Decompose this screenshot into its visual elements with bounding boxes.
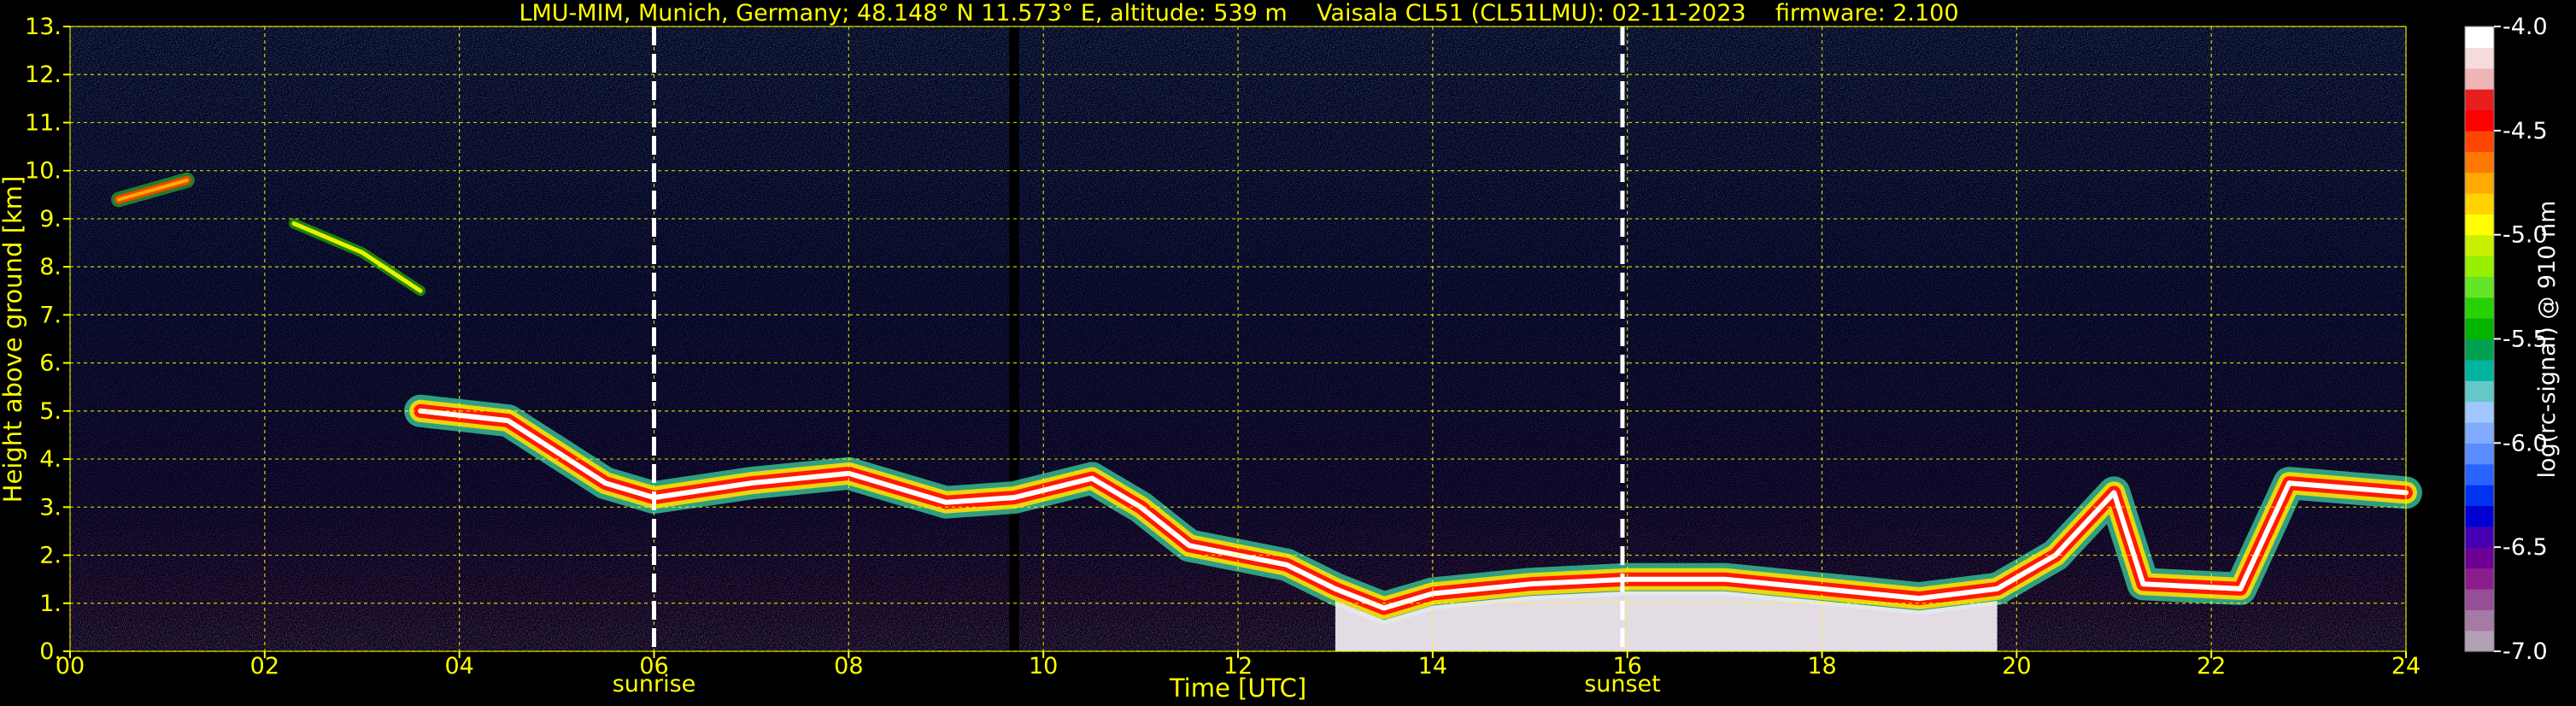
y-tick-label-11: 11.	[25, 109, 62, 136]
y-tick-label-9: 9.	[39, 206, 62, 232]
y-tick-label-5: 5.	[39, 398, 62, 425]
y-tick-label-3: 3.	[39, 494, 62, 521]
x-tick-label-3: 06	[639, 653, 668, 680]
x-axis-label: Time [UTC]	[1169, 674, 1306, 703]
colorbar-swatch-23	[2465, 151, 2494, 174]
colorbar-swatch-2	[2465, 588, 2494, 610]
colorbar-swatch-10	[2465, 421, 2494, 444]
y-tick-label-13: 13.	[25, 14, 62, 40]
colorbar-swatch-24	[2465, 130, 2494, 152]
data-gap-0	[1009, 26, 1019, 651]
colorbar-swatch-3	[2465, 568, 2494, 590]
y-tick-label-0: 0.	[39, 638, 62, 665]
x-tick-label-9: 18	[1807, 653, 1836, 680]
y-tick-label-8: 8.	[39, 254, 62, 280]
y-tick-label-12: 12.	[25, 62, 62, 88]
colorbar-swatch-26	[2465, 89, 2494, 111]
colorbar-swatch-0	[2465, 630, 2494, 652]
colorbar-tick-label-6: -7.0	[2503, 638, 2548, 665]
x-tick-label-8: 16	[1612, 653, 1641, 680]
y-axis-label: Height above ground [km]	[0, 176, 27, 503]
y-tick-label-1: 1.	[39, 591, 62, 617]
x-tick-label-7: 14	[1418, 653, 1447, 680]
colorbar-swatch-1	[2465, 609, 2494, 632]
colorbar-swatch-16	[2465, 297, 2494, 319]
colorbar-swatch-4	[2465, 547, 2494, 569]
x-tick-label-11: 22	[2197, 653, 2226, 680]
colorbar-swatch-29	[2465, 26, 2494, 48]
colorbar-swatch-13	[2465, 359, 2494, 381]
colorbar-swatch-7	[2465, 485, 2494, 507]
colorbar-swatch-12	[2465, 380, 2494, 403]
colorbar-tick-label-1: -4.5	[2503, 118, 2548, 144]
colorbar-tick-label-5: -6.5	[2503, 534, 2548, 561]
x-tick-label-1: 02	[250, 653, 279, 680]
y-tick-label-2: 2.	[39, 543, 62, 569]
colorbar-swatch-14	[2465, 338, 2494, 361]
colorbar-tick-label-0: -4.0	[2503, 14, 2548, 40]
y-tick-label-4: 4.	[39, 446, 62, 473]
colorbar-swatch-20	[2465, 214, 2494, 236]
colorbar-label: log(rc-signal) @ 910 nm	[2534, 201, 2561, 479]
y-tick-label-10: 10.	[25, 158, 62, 185]
y-tick-label-6: 6.	[39, 350, 62, 377]
colorbar-swatch-27	[2465, 68, 2494, 90]
colorbar-swatch-25	[2465, 109, 2494, 132]
colorbar-swatch-18	[2465, 256, 2494, 277]
colorbar-swatch-9	[2465, 443, 2494, 465]
colorbar-swatch-15	[2465, 318, 2494, 340]
x-tick-label-2: 04	[444, 653, 473, 680]
colorbar-swatch-17	[2465, 276, 2494, 298]
x-tick-label-12: 24	[2391, 653, 2421, 680]
colorbar-swatch-22	[2465, 172, 2494, 194]
colorbar-swatch-21	[2465, 192, 2494, 215]
colorbar-swatch-5	[2465, 526, 2494, 548]
x-tick-label-4: 08	[834, 653, 863, 680]
x-tick-label-5: 10	[1029, 653, 1058, 680]
colorbar-swatch-8	[2465, 463, 2494, 485]
colorbar-swatch-6	[2465, 505, 2494, 527]
y-tick-label-7: 7.	[39, 302, 62, 328]
colorbar-swatch-11	[2465, 401, 2494, 423]
colorbar-swatch-28	[2465, 47, 2494, 69]
colorbar-swatch-19	[2465, 234, 2494, 256]
x-tick-label-10: 20	[2002, 653, 2031, 680]
ceilometer-chart: sunrise sunset 00 02 04 06 08 10 12 14 16 18 20 22 24…	[0, 14, 2561, 703]
